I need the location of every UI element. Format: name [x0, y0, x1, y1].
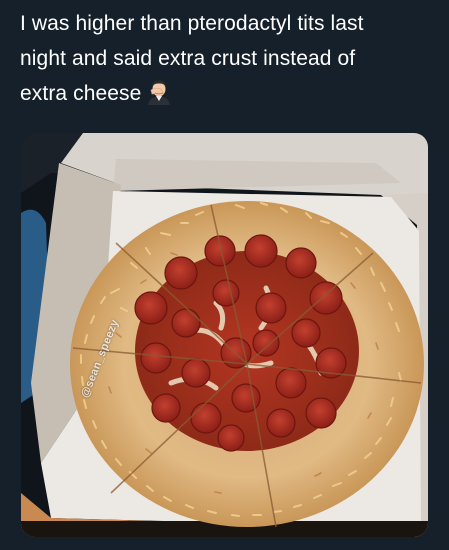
tweet-text-line-2: night and said extra crust instead of [20, 47, 356, 70]
tweet-text-line-3-words: extra cheese [20, 82, 142, 105]
tweet-text-line-3: extra cheese [20, 76, 435, 111]
man-facepalming-emoji-icon [147, 79, 171, 105]
tweet-photo[interactable]: @sean_speezy [21, 133, 428, 537]
tweet-text-line-1: I was higher than pterodactyl tits last [20, 12, 364, 35]
pizza-photo [21, 133, 428, 537]
tweet-text: I was higher than pterodactyl tits last … [20, 6, 435, 111]
